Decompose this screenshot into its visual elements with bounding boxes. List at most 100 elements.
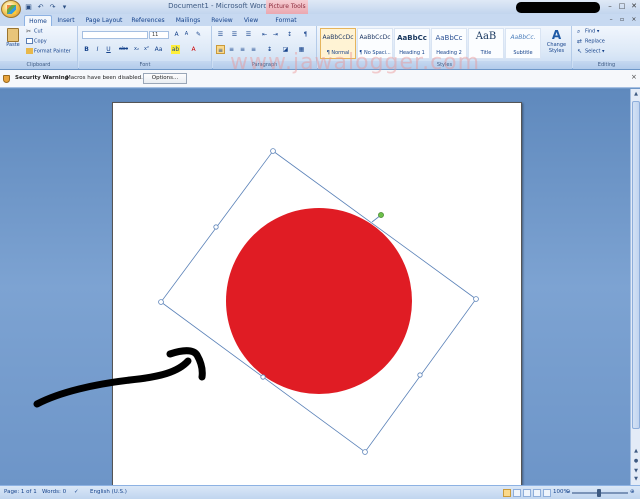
copy-button[interactable]: Copy [26, 38, 47, 45]
word-count[interactable]: Words: 0 [42, 489, 66, 495]
tab-page-layout[interactable]: Page Layout [84, 15, 124, 26]
zoom-in-icon[interactable]: ⊕ [630, 489, 635, 495]
grow-font-icon[interactable]: A [172, 30, 181, 39]
close-button[interactable]: ✕ [628, 0, 640, 13]
ribbon-mini-controls: – ▫ × [606, 14, 640, 25]
tab-insert[interactable]: Insert [54, 15, 78, 26]
bold-icon[interactable]: B [82, 45, 91, 54]
tab-view[interactable]: View [240, 15, 262, 26]
tab-review[interactable]: Review [208, 15, 236, 26]
pilcrow-icon[interactable]: ¶ [301, 30, 310, 39]
format-painter-label: Format Painter [34, 48, 71, 55]
tab-mailings[interactable]: Mailings [172, 15, 204, 26]
find-label: Find [585, 28, 596, 35]
language-status[interactable]: English (U.S.) [90, 489, 127, 495]
redacted-area [516, 2, 600, 13]
tab-references[interactable]: References [130, 15, 166, 26]
scroll-up-icon[interactable]: ▲ [632, 90, 640, 99]
decrease-indent-icon[interactable]: ⇤ [260, 30, 269, 39]
browse-object-icon[interactable]: ● [632, 457, 640, 466]
style-preview: AaBbCcDc [359, 34, 391, 41]
zoom-slider-thumb[interactable] [597, 489, 601, 497]
justify-icon[interactable]: ≡ [249, 45, 258, 54]
document-page[interactable] [112, 102, 522, 485]
previous-page-icon[interactable]: ▲ [632, 447, 640, 456]
ribbon-close-icon[interactable]: × [631, 14, 636, 25]
outline-view-icon[interactable] [533, 489, 541, 497]
change-styles-button[interactable]: A Change Styles [543, 28, 570, 59]
style-preview: AaBbCcDc [322, 34, 354, 41]
ribbon-minimize-icon[interactable]: – [610, 14, 613, 25]
office-button[interactable] [1, 0, 21, 18]
subscript-icon[interactable]: x₂ [132, 45, 141, 54]
copy-label: Copy [34, 38, 47, 45]
zoom-out-icon[interactable]: ⊖ [566, 489, 571, 495]
shading-icon[interactable]: ◪ [281, 45, 290, 54]
paste-label: Paste [6, 42, 20, 48]
align-left-icon[interactable]: ≡ [216, 45, 225, 54]
replace-button[interactable]: ⇄ Replace [577, 38, 605, 45]
underline-icon[interactable]: U [104, 45, 113, 54]
align-center-icon[interactable]: ≡ [227, 45, 236, 54]
paintbrush-icon [26, 48, 33, 54]
style-subtitle[interactable]: AaBbCc. Subtitle [505, 28, 541, 59]
strikethrough-icon[interactable]: abc [119, 45, 128, 54]
borders-icon[interactable]: ▦ [297, 45, 306, 54]
window-controls: – □ ✕ [604, 0, 640, 13]
select-label: Select [585, 48, 601, 55]
format-painter-button[interactable]: Format Painter [26, 48, 71, 55]
style-heading-2[interactable]: AaBbCc Heading 2 [431, 28, 467, 59]
proofing-icon[interactable]: ✓ [74, 489, 79, 495]
scroll-thumb[interactable] [632, 101, 640, 429]
maximize-button[interactable]: □ [616, 0, 628, 13]
bullets-icon[interactable]: ☰ [216, 30, 225, 39]
scroll-down-icon[interactable]: ▼ [632, 475, 640, 484]
highlight-icon[interactable]: ab [171, 45, 180, 54]
ribbon-restore-icon[interactable]: ▫ [620, 14, 624, 25]
tab-format[interactable]: Format [270, 15, 302, 26]
minimize-button[interactable]: – [604, 0, 616, 13]
style-normal[interactable]: AaBbCcDc ¶ Normal [320, 28, 356, 59]
select-button[interactable]: ↖ Select ▾ [577, 48, 605, 55]
document-area [0, 89, 630, 485]
cut-button[interactable]: ✂ Cut [26, 28, 43, 35]
web-layout-icon[interactable] [523, 489, 531, 497]
clear-format-icon[interactable]: ✎ [194, 30, 203, 39]
paste-button[interactable]: Paste [4, 28, 22, 52]
full-screen-reading-icon[interactable] [513, 489, 521, 497]
shrink-font-icon[interactable]: A [182, 30, 191, 39]
style-title[interactable]: AaB Title [468, 28, 504, 59]
style-name: Title [480, 50, 492, 56]
draft-view-icon[interactable] [543, 489, 551, 497]
paragraph-group-label: Paragraph [213, 61, 316, 69]
change-case-icon[interactable]: Aa [154, 45, 163, 54]
font-color-icon[interactable]: A [189, 45, 198, 54]
ribbon: Paste ✂ Cut Copy Format Painter Clipboard… [0, 26, 640, 69]
style-preview: AaBbCc. [510, 34, 536, 41]
numbering-icon[interactable]: ☰ [230, 30, 239, 39]
multilevel-list-icon[interactable]: ☰ [244, 30, 253, 39]
clipboard-group: Paste ✂ Cut Copy Format Painter Clipboard [0, 26, 78, 69]
sort-icon[interactable]: ↕ [285, 30, 294, 39]
font-name-box[interactable] [82, 31, 148, 39]
font-size-box[interactable]: 11 [149, 31, 169, 39]
page-count[interactable]: Page: 1 of 1 [4, 489, 37, 495]
line-spacing-icon[interactable]: ↨ [265, 45, 274, 54]
style-heading-1[interactable]: AaBbCc Heading 1 [394, 28, 430, 59]
print-layout-view-icon[interactable] [503, 489, 511, 497]
superscript-icon[interactable]: x² [142, 45, 151, 54]
cut-label: Cut [34, 28, 43, 35]
editing-group: ⌕ Find ▾ ⇄ Replace ↖ Select ▾ Editing [573, 26, 640, 69]
vertical-scrollbar[interactable]: ▲ ▲ ● ▼ ▼ [630, 89, 640, 485]
find-button[interactable]: ⌕ Find ▾ [577, 28, 599, 35]
style-name: Heading 1 [399, 50, 425, 56]
clipboard-group-label: Clipboard [0, 61, 77, 69]
italic-icon[interactable]: I [93, 45, 102, 54]
close-icon[interactable]: × [631, 73, 637, 81]
style-no-spacing[interactable]: AaBbCcDc ¶ No Spaci... [357, 28, 393, 59]
style-preview: AaBbCc [397, 34, 427, 42]
tab-home[interactable]: Home [24, 15, 52, 26]
options-button[interactable]: Options... [143, 73, 187, 84]
increase-indent-icon[interactable]: ⇥ [271, 30, 280, 39]
align-right-icon[interactable]: ≡ [238, 45, 247, 54]
